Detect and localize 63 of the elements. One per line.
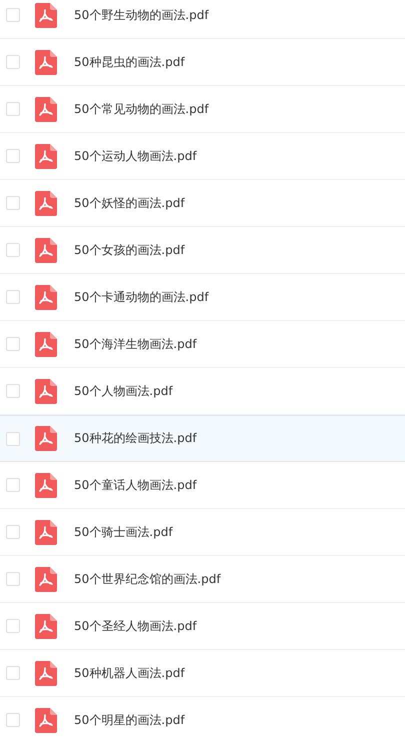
pdf-file-icon	[35, 2, 57, 28]
file-row[interactable]: 50个世界纪念馆的画法.pdf	[0, 556, 405, 603]
file-name: 50个运动人物画法.pdf	[74, 148, 197, 164]
pdf-file-icon	[35, 426, 57, 451]
file-row[interactable]: 50个明星的画法.pdf	[0, 697, 405, 739]
file-name: 50个野生动物的画法.pdf	[74, 6, 209, 24]
checkbox[interactable]	[6, 8, 20, 22]
pdf-file-icon	[35, 708, 57, 732]
file-name: 50个童话人物画法.pdf	[74, 476, 197, 494]
pdf-file-icon	[35, 614, 57, 638]
checkbox[interactable]	[6, 525, 20, 539]
checkbox[interactable]	[6, 102, 20, 116]
pdf-file-icon	[35, 332, 57, 356]
file-row[interactable]: 50个骑士画法.pdf	[0, 509, 405, 556]
file-row[interactable]: 50个童话人物画法.pdf	[0, 462, 405, 509]
pdf-file-icon	[35, 284, 57, 310]
checkbox[interactable]	[6, 196, 20, 210]
checkbox[interactable]	[6, 713, 20, 727]
file-row[interactable]: 50个卡通动物的画法.pdf	[0, 274, 405, 321]
checkbox[interactable]	[6, 243, 20, 257]
file-name: 50种花的绘画技法.pdf	[74, 430, 197, 447]
checkbox[interactable]	[6, 384, 20, 398]
checkbox[interactable]	[6, 432, 20, 446]
file-name: 50个世界纪念馆的画法.pdf	[74, 570, 221, 588]
pdf-file-icon	[35, 190, 57, 216]
file-row[interactable]: 50种机器人画法.pdf	[0, 650, 405, 697]
checkbox[interactable]	[6, 55, 20, 69]
file-row[interactable]: 50个海洋生物画法.pdf	[0, 321, 405, 368]
file-name: 50个明星的画法.pdf	[74, 712, 185, 728]
checkbox[interactable]	[6, 149, 20, 163]
pdf-file-icon	[35, 50, 57, 74]
file-row[interactable]: 50个圣经人物画法.pdf	[0, 603, 405, 650]
pdf-file-icon	[35, 144, 57, 168]
file-name: 50个骑士画法.pdf	[74, 524, 173, 540]
pdf-file-icon	[35, 96, 57, 122]
file-row[interactable]: 50个常见动物的画法.pdf	[0, 86, 405, 133]
file-name: 50种机器人画法.pdf	[74, 664, 185, 682]
file-name: 50个常见动物的画法.pdf	[74, 100, 209, 118]
checkbox[interactable]	[6, 337, 20, 351]
checkbox[interactable]	[6, 572, 20, 586]
file-row[interactable]: 50种昆虫的画法.pdf	[0, 39, 405, 86]
checkbox[interactable]	[6, 666, 20, 680]
file-name: 50个妖怪的画法.pdf	[74, 194, 185, 212]
file-name: 50个海洋生物画法.pdf	[74, 336, 197, 352]
file-name: 50个卡通动物的画法.pdf	[74, 288, 209, 306]
pdf-file-icon	[35, 660, 57, 686]
file-name: 50个圣经人物画法.pdf	[74, 618, 197, 634]
checkbox[interactable]	[6, 619, 20, 633]
pdf-file-icon	[35, 520, 57, 544]
file-row[interactable]: 50个妖怪的画法.pdf	[0, 180, 405, 227]
file-row[interactable]: 50个野生动物的画法.pdf	[0, 0, 405, 39]
file-row[interactable]: 50个女孩的画法.pdf	[0, 227, 405, 274]
checkbox[interactable]	[6, 478, 20, 492]
checkbox[interactable]	[6, 290, 20, 304]
pdf-file-icon	[35, 566, 57, 592]
file-row[interactable]: 50种花的绘画技法.pdf	[0, 415, 405, 462]
pdf-file-icon	[35, 472, 57, 498]
pdf-file-icon	[35, 238, 57, 262]
file-name: 50个人物画法.pdf	[74, 382, 173, 400]
file-name: 50种昆虫的画法.pdf	[74, 54, 185, 70]
file-row[interactable]: 50个运动人物画法.pdf	[0, 133, 405, 180]
pdf-file-icon	[35, 378, 57, 404]
file-name: 50个女孩的画法.pdf	[74, 242, 185, 258]
